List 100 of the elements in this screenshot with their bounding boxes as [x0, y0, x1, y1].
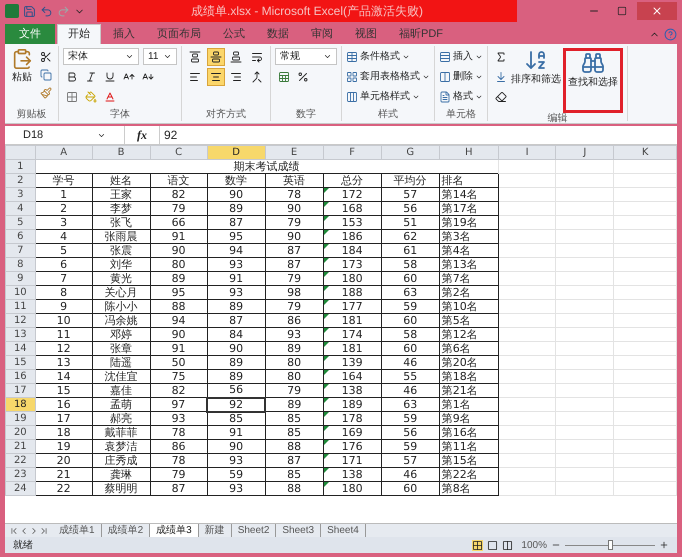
- ribbon-tab[interactable]: 页面布局: [147, 24, 211, 44]
- font-name-dropdown[interactable]: 宋体: [63, 48, 139, 65]
- table-cell: 90: [265, 202, 324, 216]
- table-cell: 张震: [92, 244, 150, 258]
- paste-button[interactable]: 粘贴: [9, 48, 35, 101]
- zoom-in-button[interactable]: [659, 540, 669, 550]
- align-center-button[interactable]: [206, 68, 224, 86]
- row-header[interactable]: 4: [6, 202, 36, 216]
- ribbon-tab[interactable]: 福昕PDF: [389, 24, 453, 44]
- table-cell: 168: [323, 202, 382, 216]
- row-header[interactable]: 6: [6, 230, 36, 244]
- ribbon-tab[interactable]: 审阅: [301, 24, 343, 44]
- row-header[interactable]: 7: [6, 244, 36, 258]
- page-break-view-button[interactable]: [502, 540, 514, 550]
- column-header[interactable]: H: [439, 146, 498, 160]
- row-header[interactable]: 1: [6, 160, 36, 174]
- row-header[interactable]: 15: [6, 356, 36, 370]
- table-cell: 50: [150, 356, 208, 370]
- ribbon-menu-button[interactable]: 套用表格格式: [346, 68, 430, 85]
- row-header[interactable]: 19: [6, 412, 36, 426]
- table-cell: 56: [381, 426, 440, 440]
- formula-field[interactable]: 92: [159, 126, 677, 144]
- row-header[interactable]: 12: [6, 314, 36, 328]
- table-cell: 18: [35, 426, 92, 440]
- row-header[interactable]: 17: [6, 384, 36, 398]
- zoom-slider-thumb[interactable]: [608, 540, 613, 550]
- column-header[interactable]: A: [35, 146, 92, 160]
- ribbon-tab[interactable]: 插入: [103, 24, 145, 44]
- table-cell: 第4名: [439, 244, 498, 258]
- row-header[interactable]: 5: [6, 216, 36, 230]
- ribbon-group-label: 编辑: [546, 113, 568, 123]
- name-box[interactable]: D18: [5, 126, 125, 144]
- ribbon-menu-button[interactable]: 条件格式: [346, 48, 430, 65]
- table-cell: 78: [150, 454, 208, 468]
- table-cell: 181: [323, 314, 382, 328]
- font-size-dropdown[interactable]: 11: [143, 48, 177, 65]
- column-header[interactable]: E: [265, 146, 324, 160]
- column-header[interactable]: I: [498, 146, 556, 160]
- table-cell: 5: [35, 244, 92, 258]
- row-header[interactable]: 11: [6, 300, 36, 314]
- ribbon-tab[interactable]: 公式: [213, 24, 255, 44]
- table-cell: 1: [35, 188, 92, 202]
- table-cell: 88: [265, 440, 324, 454]
- table-cell: 94: [207, 244, 266, 258]
- align-middle-button[interactable]: [206, 48, 224, 66]
- row-header[interactable]: 9: [6, 272, 36, 286]
- row-header[interactable]: 3: [6, 188, 36, 202]
- ribbon-tab[interactable]: 视图: [345, 24, 387, 44]
- row-header[interactable]: 14: [6, 342, 36, 356]
- table-cell: 90: [207, 440, 266, 454]
- row-header[interactable]: 16: [6, 370, 36, 384]
- zoom-slider[interactable]: [565, 540, 655, 550]
- row-header[interactable]: 21: [6, 440, 36, 454]
- ribbon-menu-button[interactable]: 格式: [439, 88, 483, 105]
- table-cell: 第6名: [439, 342, 498, 356]
- table-cell: 19: [35, 440, 92, 454]
- row-header[interactable]: 10: [6, 286, 36, 300]
- last-sheet-button[interactable]: [39, 526, 49, 536]
- table-cell: 李梦: [92, 202, 150, 216]
- row-header[interactable]: 2: [6, 174, 36, 188]
- table-cell: 89: [150, 272, 208, 286]
- sort-filter-button[interactable]: 排序和筛选: [511, 48, 561, 87]
- caret-icon: [125, 52, 134, 61]
- first-sheet-button[interactable]: [9, 526, 19, 536]
- row-header[interactable]: 8: [6, 258, 36, 272]
- row-header[interactable]: 13: [6, 328, 36, 342]
- file-tab[interactable]: 文件: [5, 24, 55, 44]
- column-header[interactable]: B: [92, 146, 150, 160]
- row-header[interactable]: 20: [6, 426, 36, 440]
- column-header[interactable]: D: [207, 146, 266, 160]
- row-header[interactable]: 24: [6, 482, 36, 496]
- table-cell: 78: [150, 426, 208, 440]
- table-title: 期末考试成绩: [35, 160, 498, 174]
- table-cell: 张飞: [92, 216, 150, 230]
- ribbon-group-label: 单元格: [445, 109, 477, 121]
- row-header[interactable]: 18: [6, 398, 36, 412]
- column-header[interactable]: F: [323, 146, 382, 160]
- close-button[interactable]: [637, 2, 677, 20]
- table-cell: 95: [207, 230, 266, 244]
- table-cell: 12: [35, 342, 92, 356]
- table-cell: 88: [265, 482, 324, 496]
- column-header[interactable]: K: [614, 146, 676, 160]
- row-header[interactable]: 22: [6, 454, 36, 468]
- column-header[interactable]: J: [556, 146, 614, 160]
- number-format-dropdown[interactable]: 常规: [275, 48, 337, 65]
- ribbon-menu-button[interactable]: 插入: [439, 48, 483, 65]
- ribbon-tab[interactable]: 开始: [57, 24, 101, 44]
- table-cell: 57: [381, 454, 440, 468]
- column-header[interactable]: G: [381, 146, 440, 160]
- ribbon-menu-button[interactable]: 删除: [439, 68, 483, 85]
- column-header[interactable]: C: [150, 146, 208, 160]
- normal-view-button[interactable]: [472, 540, 484, 550]
- ribbon-tab[interactable]: 数据: [257, 24, 299, 44]
- page-layout-view-button[interactable]: [487, 540, 498, 550]
- row-header[interactable]: 23: [6, 468, 36, 482]
- ribbon-menu-button[interactable]: 单元格样式: [346, 88, 430, 105]
- sheet-tab[interactable]: 成绩单3: [150, 524, 199, 538]
- table-cell: 第5名: [439, 314, 498, 328]
- find-select-button[interactable]: 查找和选择: [563, 48, 623, 113]
- close-icon: [651, 5, 663, 17]
